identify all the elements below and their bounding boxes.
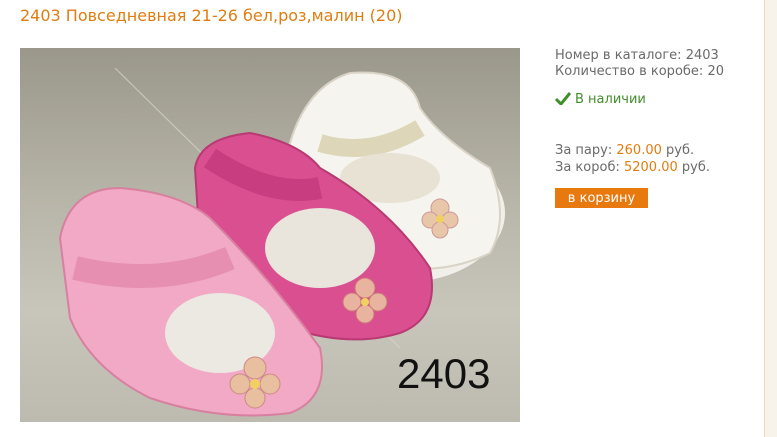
photo-code-label: 2403 <box>397 350 491 397</box>
box-price: 5200.00 <box>623 160 678 175</box>
box-quantity: Количество в коробе: 20 <box>555 64 724 79</box>
pair-price: 260.00 <box>616 143 662 158</box>
box-label: За короб: <box>555 160 620 175</box>
catalog-number: Номер в каталоге: 2403 <box>555 48 719 63</box>
catalog-label: Номер в каталоге: <box>555 48 682 63</box>
qty-label: Количество в коробе: <box>555 64 704 79</box>
product-title: 2403 Повседневная 21-26 бел,роз,малин (2… <box>20 6 403 25</box>
catalog-value: 2403 <box>685 48 719 63</box>
pair-currency: руб. <box>666 143 695 158</box>
add-to-cart-button[interactable]: в корзину <box>555 188 648 208</box>
pair-price-row: За пару: 260.00 руб. <box>555 143 694 158</box>
box-currency: руб. <box>681 160 710 175</box>
box-price-row: За короб: 5200.00 руб. <box>555 160 710 175</box>
qty-value: 20 <box>707 64 724 79</box>
pair-label: За пару: <box>555 143 613 158</box>
page-border <box>764 0 777 437</box>
stock-label: В наличии <box>575 92 646 107</box>
product-photo[interactable]: 2403 <box>20 48 520 422</box>
stock-status: В наличии <box>555 92 646 107</box>
check-icon <box>555 92 571 105</box>
